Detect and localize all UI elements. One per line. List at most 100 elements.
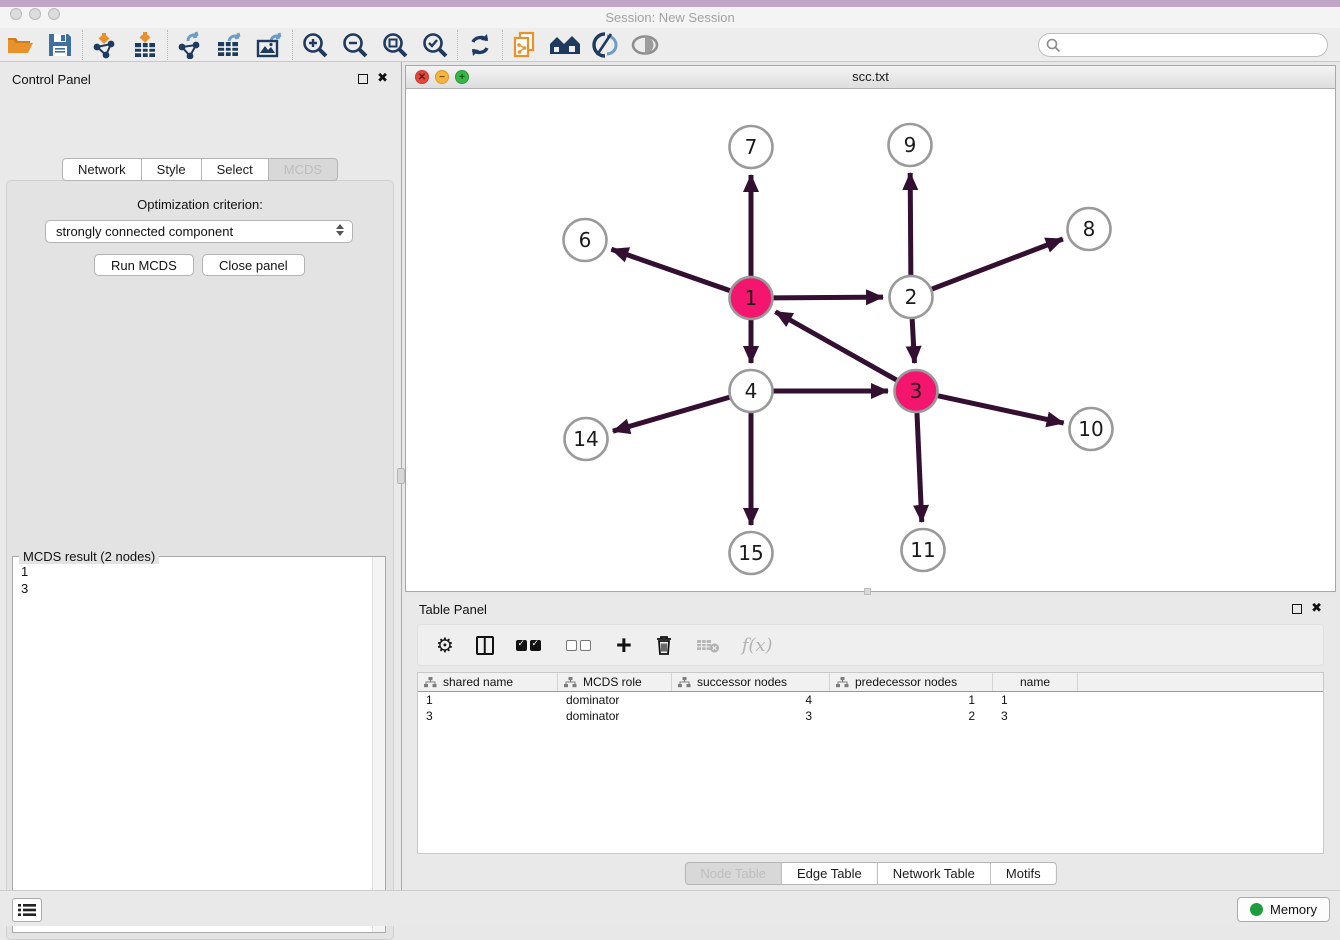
minimize-window-button[interactable] — [29, 8, 41, 20]
import-network-button[interactable] — [85, 29, 125, 61]
run-mcds-button[interactable]: Run MCDS — [94, 254, 194, 276]
refresh-button[interactable] — [460, 29, 500, 61]
close-panel-button[interactable]: Close panel — [202, 254, 305, 276]
tab-node-table[interactable]: Node Table — [684, 862, 782, 885]
edge-4-14[interactable] — [613, 397, 730, 431]
tab-network-table[interactable]: Network Table — [878, 862, 991, 885]
table-settings-gear-icon[interactable]: ⚙ — [436, 633, 454, 657]
zoom-selected-button[interactable] — [415, 29, 455, 61]
network-window-titlebar[interactable]: ✕ − + scc.txt — [406, 66, 1335, 89]
import-table-button[interactable] — [125, 29, 165, 61]
zoom-fit-icon — [381, 31, 409, 59]
export-table-button[interactable] — [210, 29, 250, 61]
table-panel-header: Table Panel ✖ — [405, 596, 1336, 622]
graph-node-15[interactable]: 15 — [730, 532, 773, 574]
graph-node-10[interactable]: 10 — [1070, 408, 1113, 450]
show-style-button[interactable] — [585, 29, 625, 61]
column-header-name[interactable]: name — [993, 673, 1078, 691]
node-label: 14 — [573, 427, 598, 451]
edge-2-9[interactable] — [910, 173, 911, 275]
graph-node-9[interactable]: 9 — [889, 124, 932, 166]
edge-2-8[interactable] — [932, 239, 1063, 289]
network-window-title: scc.txt — [406, 66, 1335, 88]
selected-criterion: strongly connected component — [56, 224, 233, 239]
column-header-MCDS-role[interactable]: MCDS role — [558, 673, 672, 691]
first-neighbors-button[interactable] — [545, 29, 585, 61]
tab-edge-table[interactable]: Edge Table — [782, 862, 878, 885]
zoom-in-button[interactable] — [295, 29, 335, 61]
network-maximize-button[interactable]: + — [455, 70, 469, 84]
table-row[interactable]: 3dominator323 — [418, 708, 1323, 724]
close-panel-icon[interactable]: ✖ — [377, 74, 388, 84]
network-close-button[interactable]: ✕ — [415, 70, 429, 84]
table-panel-tabs: Node TableEdge TableNetwork TableMotifs — [684, 862, 1056, 885]
zoom-window-button[interactable] — [48, 8, 60, 20]
cell-name: 3 — [993, 708, 1078, 724]
graph-node-4[interactable]: 4 — [730, 370, 773, 412]
export-network-button[interactable] — [170, 29, 210, 61]
save-session-button[interactable] — [40, 29, 80, 61]
node-label: 2 — [905, 285, 918, 309]
export-network-icon — [176, 31, 204, 59]
edge-3-1[interactable] — [775, 312, 896, 380]
result-scrollbar[interactable] — [372, 557, 385, 932]
tab-mcds[interactable]: MCDS — [269, 158, 338, 181]
splitter-thumb[interactable] — [397, 468, 405, 484]
import-table-icon — [131, 31, 159, 59]
tab-select[interactable]: Select — [202, 158, 269, 181]
node-label: 1 — [745, 286, 758, 310]
close-window-button[interactable] — [10, 8, 22, 20]
column-label: shared name — [443, 675, 513, 689]
delete-row-trash-icon[interactable] — [654, 634, 674, 656]
memory-button[interactable]: Memory — [1237, 897, 1330, 922]
cell-successor-nodes: 4 — [672, 692, 830, 708]
graph-node-14[interactable]: 14 — [565, 418, 608, 460]
deselect-all-rows-icon[interactable] — [566, 640, 594, 651]
tab-style[interactable]: Style — [142, 158, 202, 181]
zoom-out-button[interactable] — [335, 29, 375, 61]
open-session-button[interactable] — [0, 29, 40, 61]
graph-node-7[interactable]: 7 — [730, 126, 773, 168]
column-header-shared-name[interactable]: shared name — [418, 673, 558, 691]
graph-node-8[interactable]: 8 — [1068, 208, 1111, 250]
houses-icon — [549, 32, 581, 58]
edge-1-2[interactable] — [773, 297, 883, 298]
export-image-button[interactable] — [250, 29, 290, 61]
graph-node-11[interactable]: 11 — [902, 529, 945, 571]
show-columns-icon[interactable] — [476, 636, 494, 655]
hierarchy-icon — [564, 677, 577, 688]
clone-network-button[interactable] — [505, 29, 545, 61]
graph-node-3[interactable]: 3 — [895, 370, 938, 412]
add-column-icon[interactable]: + — [616, 635, 632, 655]
optimization-criterion-select[interactable]: strongly connected component — [45, 220, 353, 243]
toolbar-separator — [82, 30, 83, 60]
network-graph-canvas[interactable]: 1 2 3 4 6 7 8 9 10 11 14 15 — [406, 89, 1335, 591]
graph-node-6[interactable]: 6 — [564, 219, 607, 261]
window-controls — [10, 8, 60, 20]
graph-node-1[interactable]: 1 — [730, 277, 773, 319]
window-title: Session: New Session — [0, 7, 1340, 28]
column-header-predecessor-nodes[interactable]: predecessor nodes — [830, 673, 993, 691]
column-label: name — [1020, 675, 1050, 689]
control-panel: Control Panel ✖ NetworkStyleSelectMCDS O… — [0, 62, 400, 890]
search-input[interactable] — [1038, 33, 1328, 57]
select-all-rows-icon[interactable] — [516, 640, 544, 651]
float-panel-icon[interactable] — [358, 74, 368, 84]
edge-2-3[interactable] — [912, 319, 914, 363]
edge-3-10[interactable] — [937, 396, 1063, 423]
network-minimize-button[interactable]: − — [435, 70, 449, 84]
show-task-history-button[interactable] — [12, 898, 42, 922]
close-table-panel-icon[interactable]: ✖ — [1311, 604, 1322, 614]
zoom-fit-button[interactable] — [375, 29, 415, 61]
horizontal-splitter-grip[interactable] — [864, 588, 871, 595]
tab-network[interactable]: Network — [62, 158, 142, 181]
graph-node-2[interactable]: 2 — [890, 276, 933, 318]
tab-motifs[interactable]: Motifs — [991, 862, 1057, 885]
edge-3-11[interactable] — [917, 413, 922, 522]
edge-1-6[interactable] — [611, 249, 730, 291]
float-table-panel-icon[interactable] — [1292, 604, 1302, 614]
table-row[interactable]: 1dominator411 — [418, 692, 1323, 708]
table-body: 1dominator4113dominator323 — [418, 692, 1323, 724]
hide-selected-button[interactable] — [625, 29, 665, 61]
column-header-successor-nodes[interactable]: successor nodes — [672, 673, 830, 691]
